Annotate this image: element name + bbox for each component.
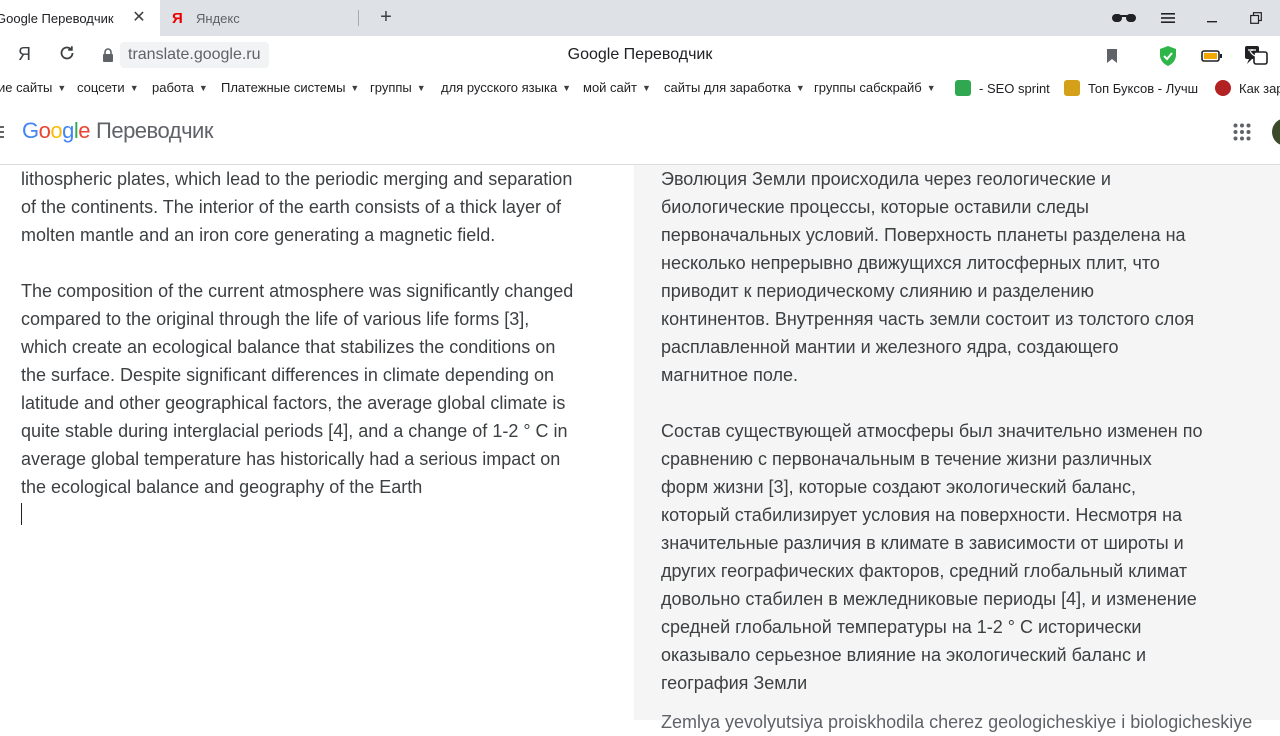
translate-header: Google Переводчик [0, 100, 1280, 165]
bookmark-label: группы сабскрайб [814, 80, 922, 95]
bookmark-label: - SEO sprint [979, 80, 1050, 96]
bookmark-label: Топ Буксов - Лучш [1088, 80, 1199, 96]
bookmark-folder[interactable]: ие сайты ▼ [0, 80, 66, 95]
close-icon[interactable]: ✕ [130, 9, 148, 27]
google-translate-logo[interactable]: Google Переводчик [22, 118, 213, 144]
address-bar-row: Я translate.google.ru Google Переводчик [0, 36, 1280, 76]
tab-yandex[interactable]: Я Яндекс [160, 0, 360, 36]
main-menu-icon[interactable] [0, 125, 4, 139]
tab-strip: Google Переводчик ✕ Я Яндекс + [0, 0, 1280, 36]
bookmark-label: группы [370, 80, 412, 95]
bookmark-label: Как зар [1239, 80, 1280, 96]
caret-down-icon: ▼ [642, 82, 651, 93]
avatar[interactable] [1272, 118, 1280, 146]
yandex-icon: Я [172, 9, 183, 27]
caret-down-icon: ▼ [795, 82, 805, 93]
caret-down-icon: ▼ [416, 82, 426, 93]
tab-separator [358, 10, 359, 26]
bookmark-link[interactable]: Как зар [1215, 80, 1280, 96]
bookmark-folder[interactable]: группы сабскрайб ▼ [814, 80, 936, 95]
restore-icon[interactable] [1236, 0, 1276, 36]
caret-down-icon: ▼ [350, 82, 360, 93]
tab-title: Яндекс [196, 10, 240, 26]
translation-panel: Эволюция Земли происходила через геологи… [634, 165, 1280, 732]
battery-icon[interactable] [1200, 44, 1224, 68]
translation-paragraph: Эволюция Земли происходила через геологи… [661, 169, 1195, 385]
bookmark-folder[interactable]: Платежные системы ▼ [221, 80, 359, 95]
yandex-home-button[interactable]: Я [18, 44, 31, 65]
seo-sprint-icon [955, 80, 971, 96]
translation-output: Эволюция Земли происходила через геологи… [661, 165, 1221, 725]
translate-extension-icon[interactable] [1244, 44, 1268, 68]
source-text-panel[interactable]: lithospheric plates, which lead to the p… [0, 165, 634, 720]
bookmarks-bar: ие сайты ▼ соцсети ▼ работа ▼ Платежные сис… [0, 76, 1280, 100]
bookmark-label: сайты для заработка [664, 80, 791, 95]
lock-icon[interactable] [102, 48, 114, 62]
menu-icon[interactable] [1148, 0, 1188, 36]
page-title: Google Переводчик [567, 46, 713, 63]
source-paragraph: lithospheric plates, which lead to the p… [21, 169, 573, 245]
bookmark-folder[interactable]: сайты для заработка ▼ [664, 80, 805, 95]
tab-title: Google Переводчик [0, 10, 114, 26]
top-buksov-icon [1064, 80, 1080, 96]
bookmark-label: мой сайт [583, 80, 637, 95]
reload-icon[interactable] [58, 44, 76, 67]
caret-down-icon: ▼ [57, 82, 67, 93]
transliteration-line: Zemlya yevolyutsiya proiskhodila cherez … [661, 712, 1253, 732]
bookmark-label: для русского языка [441, 80, 558, 95]
new-tab-button[interactable]: + [374, 6, 398, 30]
logo-letter: e [78, 118, 91, 143]
tab-google-translate[interactable]: Google Переводчик ✕ [0, 0, 160, 36]
site-icon [1215, 80, 1231, 96]
bookmark-link[interactable]: - SEO sprint [955, 80, 1050, 96]
translation-paragraph: Состав существующей атмосферы был значит… [661, 421, 1203, 693]
bookmark-folder[interactable]: мой сайт ▼ [583, 80, 651, 95]
product-name: Переводчик [96, 118, 213, 143]
url-field[interactable]: translate.google.ru [120, 42, 269, 68]
bookmark-label: соцсети [77, 80, 125, 95]
bookmark-folder[interactable]: для русского языка ▼ [441, 80, 571, 95]
logo-letter: g [62, 118, 74, 143]
bookmark-folder[interactable]: работа ▼ [152, 80, 208, 95]
caret-down-icon: ▼ [129, 82, 139, 93]
logo-letter: G [22, 118, 39, 143]
bookmark-folder[interactable]: соцсети ▼ [77, 80, 139, 95]
minimize-icon[interactable] [1192, 0, 1232, 36]
bookmark-link[interactable]: Топ Буксов - Лучш [1064, 80, 1198, 96]
bookmark-icon[interactable] [1100, 44, 1124, 68]
incognito-glasses-icon[interactable] [1104, 0, 1144, 36]
logo-letter: o [50, 118, 63, 143]
caret-down-icon: ▼ [562, 82, 572, 93]
caret-down-icon: ▼ [926, 82, 936, 93]
logo-letter: o [38, 118, 51, 143]
shield-icon[interactable] [1156, 44, 1180, 68]
bookmark-label: ие сайты [0, 80, 53, 95]
bookmark-label: работа [152, 80, 194, 95]
text-cursor [21, 503, 22, 525]
caret-down-icon: ▼ [198, 82, 208, 93]
bookmark-folder[interactable]: группы ▼ [370, 80, 426, 95]
google-apps-icon[interactable] [1233, 123, 1251, 141]
bookmark-label: Платежные системы [221, 80, 346, 95]
source-paragraph: The composition of the current atmospher… [21, 281, 574, 497]
source-textarea[interactable]: lithospheric plates, which lead to the p… [21, 165, 591, 529]
